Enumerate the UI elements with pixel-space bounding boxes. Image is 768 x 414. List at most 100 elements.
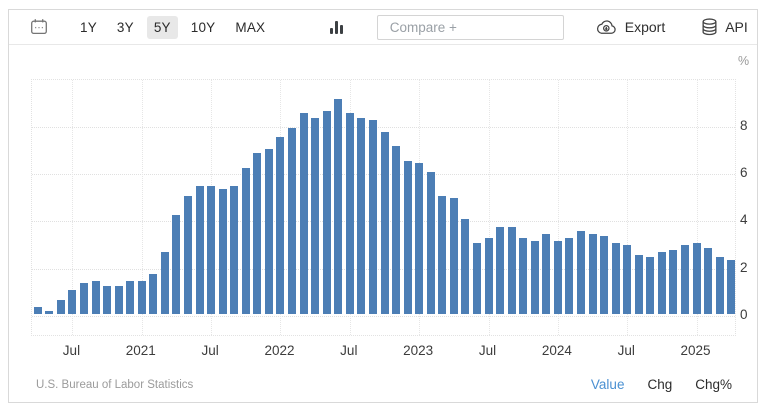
range-selector: 1Y 3Y 5Y 10Y MAX — [73, 16, 272, 39]
x-tick-label: 2024 — [542, 343, 572, 358]
data-source-label: U.S. Bureau of Labor Statistics — [36, 379, 193, 391]
bar[interactable] — [138, 281, 146, 314]
bar[interactable] — [57, 300, 65, 314]
bar[interactable] — [242, 168, 250, 314]
bar[interactable] — [149, 274, 157, 314]
cloud-download-icon — [595, 19, 618, 36]
bar[interactable] — [635, 255, 643, 314]
y-tick-label: 6 — [740, 166, 762, 180]
bar[interactable] — [207, 186, 215, 313]
h-gridline — [32, 127, 735, 128]
bar[interactable] — [646, 257, 654, 314]
bar[interactable] — [704, 248, 712, 314]
chart-card: 1Y 3Y 5Y 10Y MAX Export — [8, 9, 758, 403]
chart-type-button[interactable] — [330, 20, 343, 34]
bar[interactable] — [473, 243, 481, 314]
bar[interactable] — [450, 198, 458, 314]
bar[interactable] — [485, 238, 493, 313]
range-button-3y[interactable]: 3Y — [110, 16, 141, 39]
bar[interactable] — [693, 243, 701, 314]
chg-pct-toggle[interactable]: Chg% — [695, 377, 732, 392]
bar[interactable] — [334, 99, 342, 314]
bar[interactable] — [577, 231, 585, 314]
range-button-10y[interactable]: 10Y — [184, 16, 223, 39]
x-tick-label: 2023 — [403, 343, 433, 358]
bar[interactable] — [461, 219, 469, 313]
x-tick-label: Jul — [340, 343, 357, 358]
bar[interactable] — [80, 283, 88, 314]
export-label: Export — [625, 19, 665, 35]
bar[interactable] — [253, 153, 261, 313]
bar[interactable] — [542, 234, 550, 314]
bar[interactable] — [219, 189, 227, 314]
bar[interactable] — [126, 281, 134, 314]
y-tick-label: 2 — [740, 261, 762, 275]
bar-chart-icon — [330, 20, 343, 34]
bar[interactable] — [369, 120, 377, 313]
bar[interactable] — [404, 161, 412, 314]
bar[interactable] — [438, 196, 446, 314]
bar[interactable] — [600, 236, 608, 314]
bar[interactable] — [161, 252, 169, 313]
bar[interactable] — [589, 234, 597, 314]
range-button-max[interactable]: MAX — [228, 16, 272, 39]
bar[interactable] — [311, 118, 319, 314]
bar[interactable] — [45, 311, 53, 313]
x-tick-label: 2021 — [126, 343, 156, 358]
api-label: API — [725, 19, 748, 35]
range-button-5y[interactable]: 5Y — [147, 16, 178, 39]
value-toggle[interactable]: Value — [591, 377, 625, 392]
bar[interactable] — [623, 245, 631, 313]
x-tick-label: 2025 — [681, 343, 711, 358]
h-gridline — [32, 316, 735, 317]
bar[interactable] — [508, 227, 516, 314]
bar[interactable] — [531, 241, 539, 314]
bar[interactable] — [196, 186, 204, 313]
x-tick-label: Jul — [63, 343, 80, 358]
bar[interactable] — [265, 149, 273, 314]
bar[interactable] — [716, 257, 724, 314]
bar[interactable] — [612, 243, 620, 314]
export-button[interactable]: Export — [595, 19, 665, 36]
x-tick-label: Jul — [479, 343, 496, 358]
database-icon — [701, 18, 718, 36]
bar[interactable] — [496, 227, 504, 314]
bar[interactable] — [519, 238, 527, 313]
bar[interactable] — [103, 286, 111, 314]
bar[interactable] — [381, 132, 389, 314]
bar[interactable] — [230, 186, 238, 313]
bar[interactable] — [658, 252, 666, 313]
bar[interactable] — [565, 238, 573, 313]
bar[interactable] — [392, 146, 400, 313]
bar[interactable] — [427, 172, 435, 313]
bar[interactable] — [554, 241, 562, 314]
calendar-icon — [30, 18, 48, 36]
bar[interactable] — [184, 196, 192, 314]
range-button-1y[interactable]: 1Y — [73, 16, 104, 39]
bar[interactable] — [115, 286, 123, 314]
bar[interactable] — [34, 307, 42, 314]
bar[interactable] — [727, 260, 735, 314]
bar[interactable] — [415, 163, 423, 314]
bar[interactable] — [357, 118, 365, 314]
bar[interactable] — [288, 128, 296, 314]
compare-input[interactable] — [377, 15, 564, 40]
bar[interactable] — [300, 113, 308, 313]
y-tick-label: 8 — [740, 119, 762, 133]
bar[interactable] — [276, 137, 284, 314]
bar[interactable] — [669, 250, 677, 314]
bar[interactable] — [68, 290, 76, 314]
bar[interactable] — [172, 215, 180, 314]
api-button[interactable]: API — [701, 18, 748, 36]
y-tick-label: 4 — [740, 213, 762, 227]
bar[interactable] — [346, 113, 354, 313]
bar[interactable] — [323, 111, 331, 314]
y-tick-label: 0 — [740, 308, 762, 322]
chg-toggle[interactable]: Chg — [647, 377, 672, 392]
footer-links: Value Chg Chg% — [591, 377, 732, 392]
x-tick-label: 2022 — [264, 343, 294, 358]
bar[interactable] — [681, 245, 689, 313]
bar[interactable] — [92, 281, 100, 314]
toolbar: 1Y 3Y 5Y 10Y MAX Export — [9, 10, 757, 45]
calendar-button[interactable] — [30, 18, 48, 36]
